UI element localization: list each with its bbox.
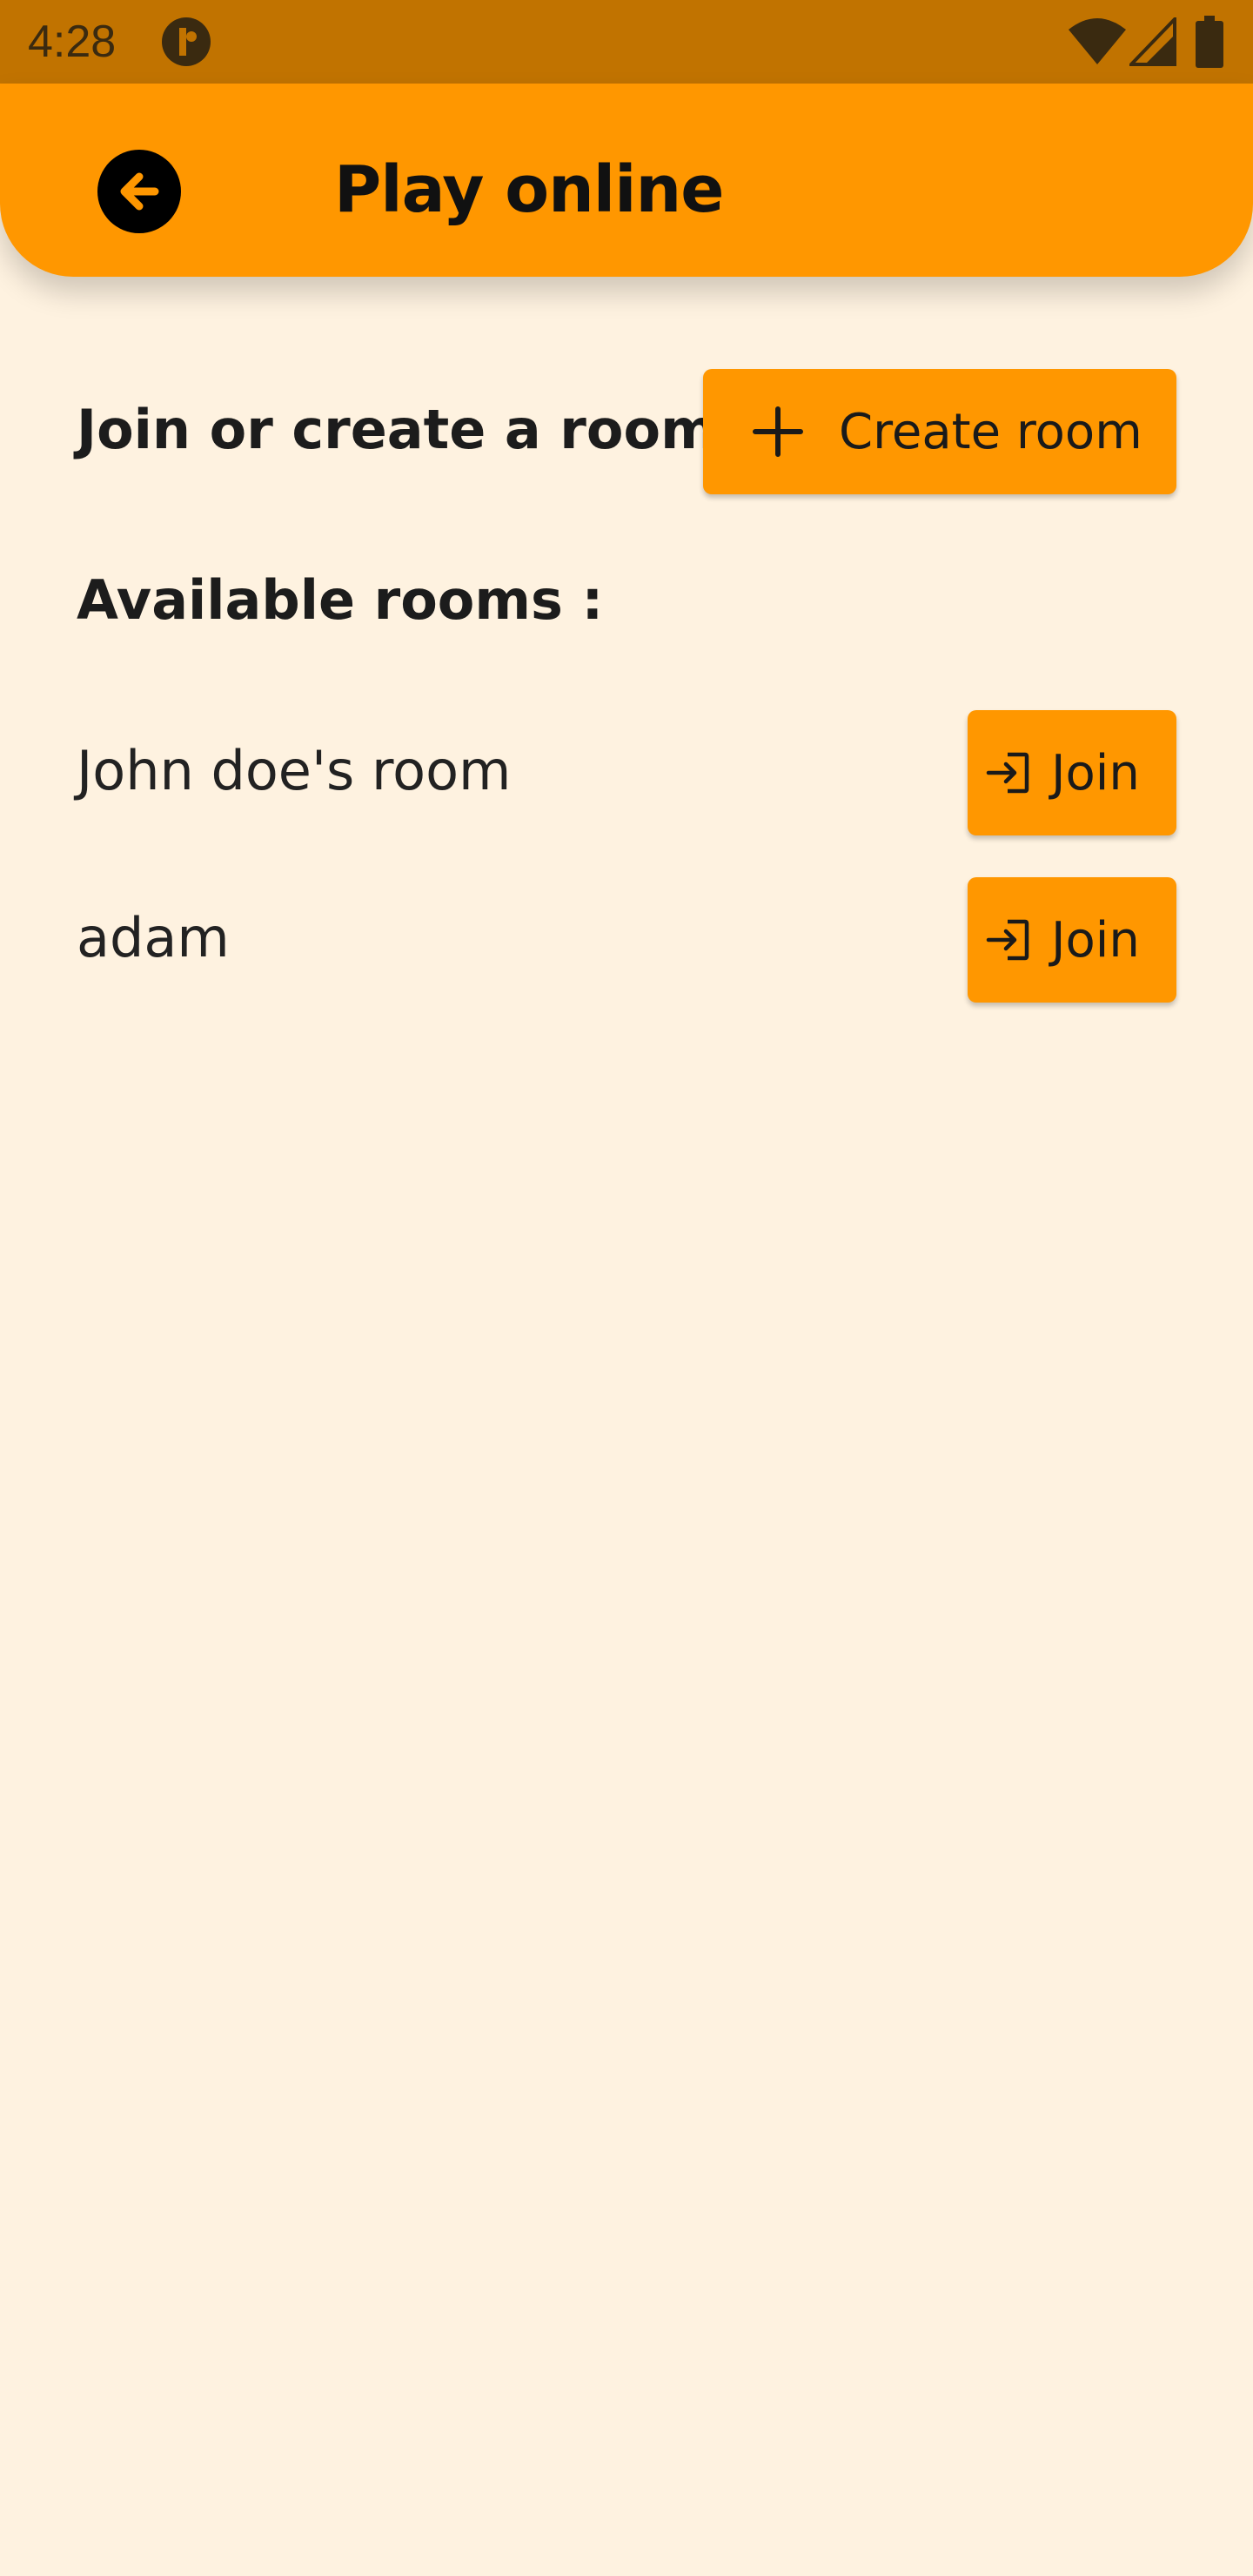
back-button[interactable] bbox=[97, 150, 181, 233]
wifi-icon bbox=[1069, 18, 1126, 64]
room-name: John doe's room bbox=[77, 739, 512, 802]
status-time: 4:28 bbox=[28, 17, 117, 67]
room-name: adam bbox=[77, 906, 230, 969]
status-bar: 4:28 bbox=[0, 0, 1253, 84]
join-room-button[interactable]: Join bbox=[968, 710, 1176, 835]
join-room-button[interactable]: Join bbox=[968, 877, 1176, 1003]
join-label: Join bbox=[1051, 911, 1140, 969]
available-rooms-heading: Available rooms : bbox=[77, 568, 604, 632]
page-title: Play online bbox=[334, 152, 724, 227]
login-icon bbox=[986, 919, 1029, 961]
plus-icon bbox=[753, 406, 803, 457]
join-label: Join bbox=[1051, 744, 1140, 802]
join-or-create-heading: Join or create a room bbox=[77, 398, 717, 461]
battery-icon bbox=[1196, 16, 1223, 68]
create-room-label: Create room bbox=[839, 403, 1142, 460]
login-icon bbox=[986, 752, 1029, 794]
create-room-button[interactable]: Create room bbox=[703, 369, 1176, 494]
signal-icon bbox=[1129, 17, 1176, 66]
app-notification-icon bbox=[162, 17, 211, 66]
arrow-left-icon bbox=[120, 172, 159, 211]
